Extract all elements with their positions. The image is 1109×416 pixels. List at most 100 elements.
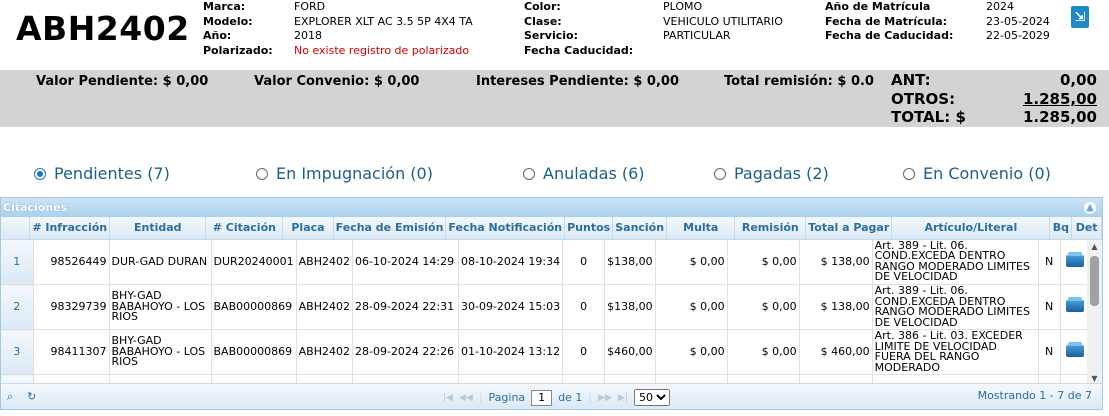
table-row[interactable]: 1 98526449 DUR-GAD DURAN DUR20240001 ABH2402…: [1, 239, 1091, 285]
cell-bq: N: [1038, 239, 1061, 285]
radio-selected-icon[interactable]: [34, 167, 46, 180]
brand-label: Marca:: [203, 0, 246, 13]
status-filter: Pendientes (7) En Impugnación (0) Anulad…: [0, 160, 1109, 188]
cell-detail[interactable]: [1060, 239, 1091, 285]
cell-bq: N: [1038, 329, 1061, 375]
scroll-down-icon[interactable]: ▼: [1090, 374, 1099, 383]
cell-entity: BHY-GAD BABAHOYO - LOS RIOS: [109, 284, 212, 330]
column-header-entity[interactable]: Entidad: [109, 217, 207, 240]
table-row[interactable]: 2 98329739 BHY-GAD BABAHOYO - LOS RIOS BAB0…: [1, 284, 1091, 330]
vehicle-header: ABH2402 Marca: Modelo: Año: Polarizado: …: [0, 0, 1109, 70]
cell-article: Art. 389 - Lit. 06. COND.EXCEDA DENTRO R…: [872, 284, 1039, 330]
radio-icon[interactable]: [256, 167, 268, 180]
column-header-points[interactable]: Puntos: [564, 217, 614, 240]
cell-infraction-number: 98329739: [33, 284, 110, 330]
cell-article: Art. 386 - Lit. 03. EXCEDER LIMITE DE VE…: [872, 329, 1039, 375]
service-value: PARTICULAR: [663, 29, 731, 42]
vehicle-labels-col2: Color: Clase: Servicio: Fecha Caducidad:: [524, 0, 654, 58]
column-header-citation-number[interactable]: # Citación: [205, 217, 284, 240]
registration-year-value: 2024: [986, 0, 1014, 13]
column-header-total-to-pay[interactable]: Total a Pagar: [805, 217, 893, 240]
collapse-icon[interactable]: ▲: [1084, 202, 1096, 214]
refresh-icon[interactable]: ↻: [27, 390, 36, 404]
cell-total-to-pay: $ 138,00: [799, 239, 873, 285]
cell-detail[interactable]: [1060, 284, 1091, 330]
page-input[interactable]: [531, 389, 553, 406]
cell-plate: ABH2402: [296, 284, 354, 330]
tint-value: No existe registro de polarizado: [294, 43, 470, 57]
detail-icon[interactable]: [1066, 341, 1085, 357]
cell-sanction: $460,00: [604, 329, 656, 375]
page-label: Pagina: [488, 391, 526, 404]
agreement-value: Valor Convenio: $ 0,00: [254, 74, 420, 89]
cell-points: 0: [562, 329, 606, 375]
column-header-plate[interactable]: Placa: [282, 217, 334, 240]
last-page-icon[interactable]: ▶|: [618, 393, 628, 403]
year-value: 2018: [294, 29, 322, 42]
cell-entity: BHY-GAD BABAHOYO - LOS RIOS: [109, 329, 212, 375]
records-info: Mostrando 1 - 7 de 7: [977, 389, 1092, 402]
column-header-row-number[interactable]: [1, 217, 31, 240]
cell-detail[interactable]: [1060, 329, 1091, 375]
cell-row-number: 2: [1, 284, 34, 330]
radio-icon[interactable]: [714, 167, 726, 180]
filter-impugnacion[interactable]: En Impugnación (0): [256, 164, 433, 183]
exit-icon[interactable]: ⇲: [1071, 6, 1089, 28]
filter-impugnacion-label: En Impugnación (0): [276, 164, 433, 183]
detail-icon[interactable]: [1066, 251, 1085, 267]
registration-date-label: Fecha de Matrícula:: [825, 14, 948, 28]
cell-sanction: $138,00: [604, 284, 656, 330]
column-header-infraction-number[interactable]: # Infracción: [29, 217, 111, 240]
cell-points: 0: [562, 284, 606, 330]
balance-summary: Valor Pendiente: $ 0,00 Valor Convenio: …: [0, 70, 1109, 127]
radio-icon[interactable]: [523, 167, 535, 180]
year-label: Año:: [203, 29, 232, 42]
expiration-date-label: Fecha de Caducidad:: [825, 29, 954, 42]
column-header-detail[interactable]: Det: [1071, 217, 1102, 240]
filter-convenio[interactable]: En Convenio (0): [903, 164, 1051, 183]
expiration-date-value: 22-05-2029: [986, 29, 1050, 42]
search-icon[interactable]: ⌕: [7, 390, 13, 404]
cell-infraction-number: 98526449: [33, 239, 110, 285]
column-header-fine[interactable]: Multa: [666, 217, 736, 240]
column-header-remission[interactable]: Remisión: [734, 217, 807, 240]
vehicle-values-col2: PLOMO VEHICULO UTILITARIO PARTICULAR: [663, 0, 813, 44]
column-header-article[interactable]: Artículo/Literal: [891, 217, 1051, 240]
cell-issue-date: 06-10-2024 14:29: [352, 239, 459, 285]
table-row[interactable]: 3 98411307 BHY-GAD BABAHOYO - LOS RIOS BAB0…: [1, 329, 1091, 375]
cell-row-number: 3: [1, 329, 34, 375]
next-page-icon[interactable]: ▶▶: [598, 393, 612, 403]
expiry-label: Fecha Caducidad:: [524, 43, 634, 57]
filter-convenio-label: En Convenio (0): [923, 164, 1051, 183]
scroll-thumb[interactable]: [1090, 255, 1099, 306]
detail-icon[interactable]: [1066, 296, 1085, 312]
cell-citation-number: BAB00000869: [211, 284, 297, 330]
cell-plate: ABH2402: [296, 239, 354, 285]
filter-pendientes[interactable]: Pendientes (7): [34, 164, 170, 183]
brand-value: FORD: [294, 0, 326, 13]
first-page-icon[interactable]: |◀: [443, 393, 453, 403]
grid-body: 1 98526449 DUR-GAD DURAN DUR20240001 ABH2402…: [1, 239, 1102, 385]
plate-number: ABH2402: [16, 9, 190, 48]
pending-interest: Intereses Pendiente: $ 0,00: [476, 74, 680, 89]
vertical-scrollbar[interactable]: ▲ ▼: [1087, 239, 1102, 385]
class-label: Clase:: [524, 14, 562, 28]
cell-total-to-pay: $ 460,00: [799, 329, 873, 375]
column-header-sanction[interactable]: Sanción: [612, 217, 668, 240]
column-header-notification-date[interactable]: Fecha Notificación: [445, 217, 566, 240]
filter-pagadas[interactable]: Pagadas (2): [714, 164, 829, 183]
ant-label: ANT:: [891, 71, 931, 89]
cell-total-to-pay: $ 138,00: [799, 284, 873, 330]
radio-icon[interactable]: [903, 167, 915, 180]
cell-sanction: $138,00: [604, 239, 656, 285]
filter-anuladas[interactable]: Anuladas (6): [523, 164, 645, 183]
column-header-bq[interactable]: Bq: [1049, 217, 1073, 240]
scroll-up-icon[interactable]: ▲: [1090, 242, 1099, 251]
column-header-issue-date[interactable]: Fecha de Emisión: [333, 217, 447, 240]
grid-caption: Citaciones ▲: [1, 198, 1102, 217]
prev-page-icon[interactable]: ◀◀: [459, 393, 473, 403]
color-value: PLOMO: [663, 0, 703, 13]
cell-plate: ABH2402: [296, 329, 354, 375]
page-size-select[interactable]: 50: [633, 389, 670, 406]
citations-grid: Citaciones ▲ # Infracción Entidad # Citaci…: [0, 197, 1103, 410]
